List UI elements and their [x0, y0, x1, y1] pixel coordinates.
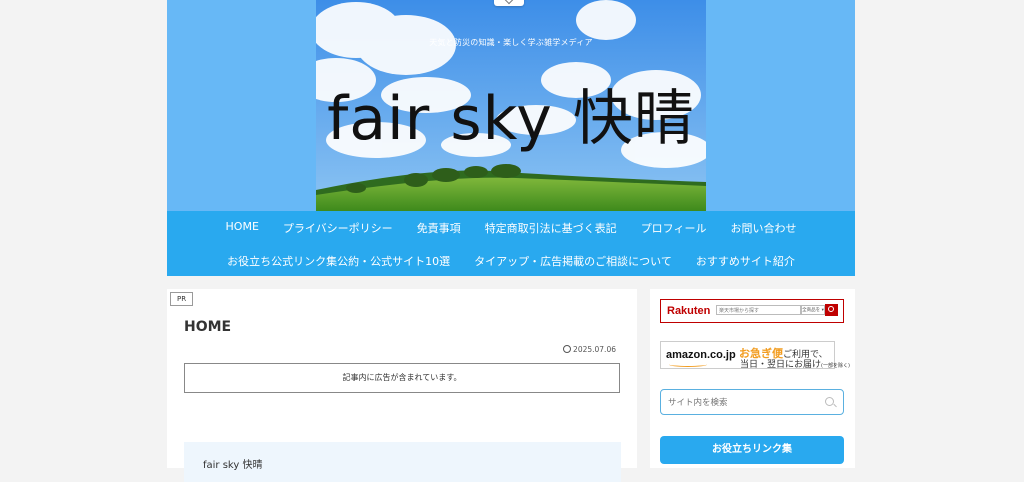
- drawer-toggle[interactable]: [494, 0, 524, 6]
- nav-item: おすすめサイト紹介: [684, 253, 807, 269]
- amazon-line-2-note: (一部を除く): [821, 363, 850, 369]
- site-tagline: 天気と防災の知識・楽しく学ぶ雑学メディア: [429, 38, 593, 47]
- clock-icon: [563, 345, 572, 353]
- site-header: 天気と防災の知識・楽しく学ぶ雑学メディア fair sky 快晴: [167, 0, 855, 211]
- amazon-smile-icon: [669, 362, 707, 367]
- intro-heading: fair sky 快晴: [203, 460, 263, 471]
- nav-link-home[interactable]: HOME: [214, 220, 271, 233]
- chevron-down-icon: [504, 0, 514, 5]
- global-nav: HOME プライバシーポリシー 免責事項 特定商取引法に基づく表記 プロフィール…: [167, 211, 855, 276]
- nav-link-disclaimer[interactable]: 免責事項: [405, 220, 473, 236]
- rakuten-search-button[interactable]: [825, 304, 838, 316]
- rakuten-category-select[interactable]: 全商品を ▾: [801, 305, 825, 315]
- nav-item: HOME: [214, 220, 271, 236]
- rakuten-search-input[interactable]: 楽天市場から探す: [716, 305, 801, 315]
- amazon-banner[interactable]: amazon.co.jp お急ぎ便ご利用で、 当日・翌日にお届け(一部を除く): [660, 341, 850, 370]
- nav-link-useful-links[interactable]: お役立ち公式リンク集公約・公式サイト10選: [215, 253, 462, 269]
- ad-notice-box: 記事内に広告が含まれています。: [184, 363, 620, 393]
- nav-link-tieup[interactable]: タイアップ・広告掲載のご相談について: [462, 253, 684, 269]
- intro-box: fair sky 快晴: [184, 442, 621, 482]
- nav-item: タイアップ・広告掲載のご相談について: [462, 253, 684, 269]
- rakuten-logo[interactable]: Rakuten: [667, 305, 710, 317]
- useful-links-button[interactable]: お役立ちリンク集: [660, 436, 844, 464]
- rakuten-search-widget: Rakuten 楽天市場から探す 全商品を ▾: [660, 299, 844, 323]
- amazon-line-2-text: 当日・翌日にお届け: [740, 360, 822, 370]
- header-image[interactable]: 天気と防災の知識・楽しく学ぶ雑学メディア fair sky 快晴: [316, 0, 706, 211]
- site-search-input[interactable]: [666, 394, 820, 411]
- nav-item: 特定商取引法に基づく表記: [473, 220, 629, 236]
- nav-item: プロフィール: [629, 220, 719, 236]
- nav-link-privacy[interactable]: プライバシーポリシー: [271, 220, 405, 236]
- search-icon[interactable]: [825, 397, 834, 406]
- nav-link-profile[interactable]: プロフィール: [629, 220, 719, 236]
- site-search-box: [660, 389, 844, 415]
- amazon-logo: amazon.co.jp: [666, 349, 736, 361]
- main-content: PR HOME 2025.07.06 記事内に広告が含まれています。 fair …: [167, 289, 637, 482]
- post-date-text: 2025.07.06: [573, 345, 616, 354]
- nav-link-tokushoho[interactable]: 特定商取引法に基づく表記: [473, 220, 629, 236]
- site-title[interactable]: fair sky 快晴: [316, 70, 706, 157]
- nav-item: お問い合わせ: [718, 220, 808, 236]
- nav-link-contact[interactable]: お問い合わせ: [718, 220, 808, 236]
- page-title: HOME: [184, 319, 232, 335]
- search-icon: [828, 306, 834, 312]
- nav-link-recommended[interactable]: おすすめサイト紹介: [684, 253, 807, 269]
- nav-item: プライバシーポリシー: [271, 220, 405, 236]
- nav-row-2: お役立ち公式リンク集公約・公式サイト10選 タイアップ・広告掲載のご相談について…: [167, 253, 855, 269]
- amazon-line-2: 当日・翌日にお届け(一部を除く): [740, 357, 850, 370]
- nav-item: お役立ち公式リンク集公約・公式サイト10選: [215, 253, 462, 269]
- pr-badge: PR: [170, 292, 194, 306]
- post-date: 2025.07.06: [563, 345, 616, 354]
- sidebar: Rakuten 楽天市場から探す 全商品を ▾ amazon.co.jp お急ぎ…: [650, 289, 855, 468]
- nav-row-1: HOME プライバシーポリシー 免責事項 特定商取引法に基づく表記 プロフィール…: [167, 220, 855, 236]
- nav-item: 免責事項: [405, 220, 473, 236]
